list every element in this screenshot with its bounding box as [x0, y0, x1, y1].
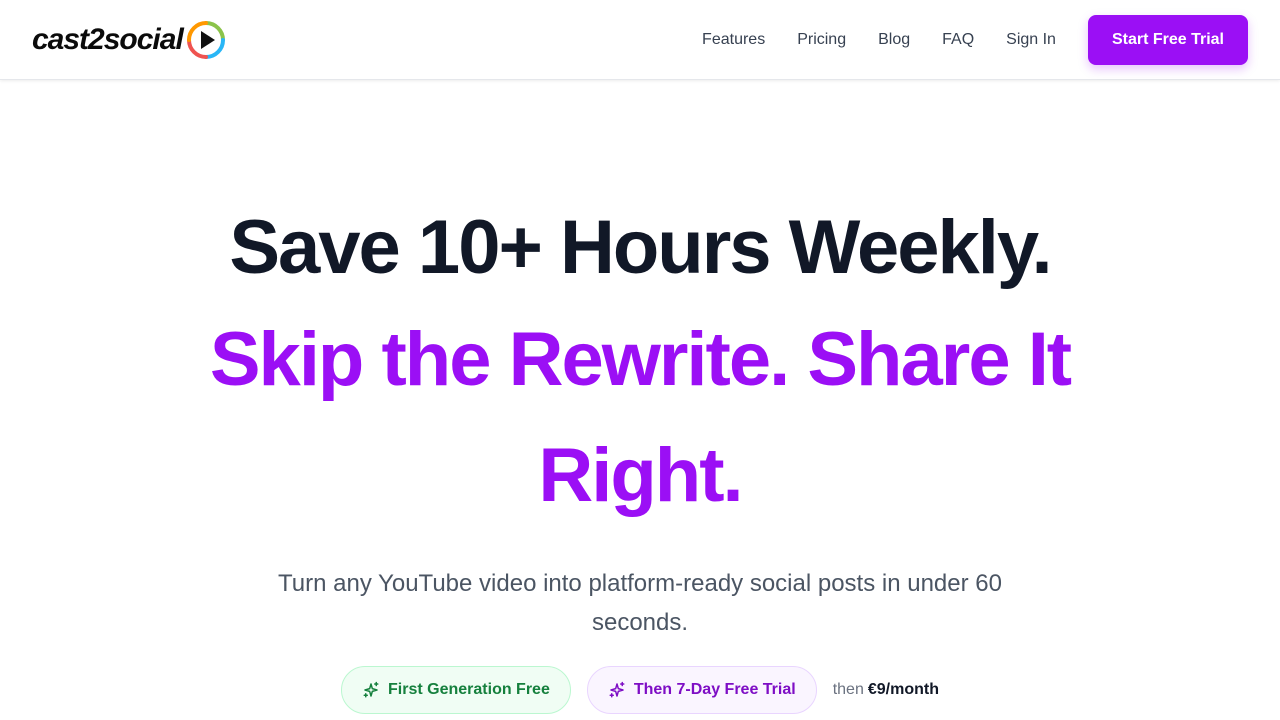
nav-right: Features Pricing Blog FAQ Sign In Start … — [702, 14, 1248, 65]
price-amount: €9/month — [867, 681, 939, 698]
nav-link-blog[interactable]: Blog — [878, 31, 910, 49]
price-note: then €9/month — [833, 681, 939, 699]
free-trial-badge: Then 7-Day Free Trial — [586, 666, 817, 714]
offer-badges: First Generation Free Then 7-Day Free Tr… — [0, 666, 1280, 714]
sparkles-icon — [363, 681, 379, 698]
badge-label: First Generation Free — [388, 681, 550, 698]
nav-link-faq[interactable]: FAQ — [942, 31, 974, 49]
nav-links: Features Pricing Blog FAQ Sign In — [702, 31, 1056, 49]
top-navbar: cast2social Features Pricing Blog FAQ Si… — [0, 0, 1280, 80]
badge-label: Then 7-Day Free Trial — [633, 681, 796, 698]
play-logo-icon — [186, 20, 225, 59]
first-generation-free-badge: First Generation Free — [341, 666, 571, 714]
hero-description: Turn any YouTube video into platform-rea… — [278, 570, 1002, 636]
brand-logo[interactable]: cast2social — [32, 20, 226, 60]
hero-subheadline: Skip the Rewrite. Share It Right. — [209, 317, 1072, 518]
nav-link-features[interactable]: Features — [702, 31, 765, 49]
nav-link-sign-in[interactable]: Sign In — [1006, 31, 1056, 49]
start-free-trial-button[interactable]: Start Free Trial — [1087, 14, 1248, 65]
hero-headline: Save 10+ Hours Weekly. — [229, 205, 1052, 290]
brand-name: cast2social — [32, 22, 184, 56]
nav-link-pricing[interactable]: Pricing — [797, 31, 846, 49]
sparkles-icon — [609, 681, 625, 698]
hero-section: Save 10+ Hours Weekly. Skip the Rewrite.… — [0, 80, 1280, 720]
price-prefix: then — [832, 681, 864, 698]
